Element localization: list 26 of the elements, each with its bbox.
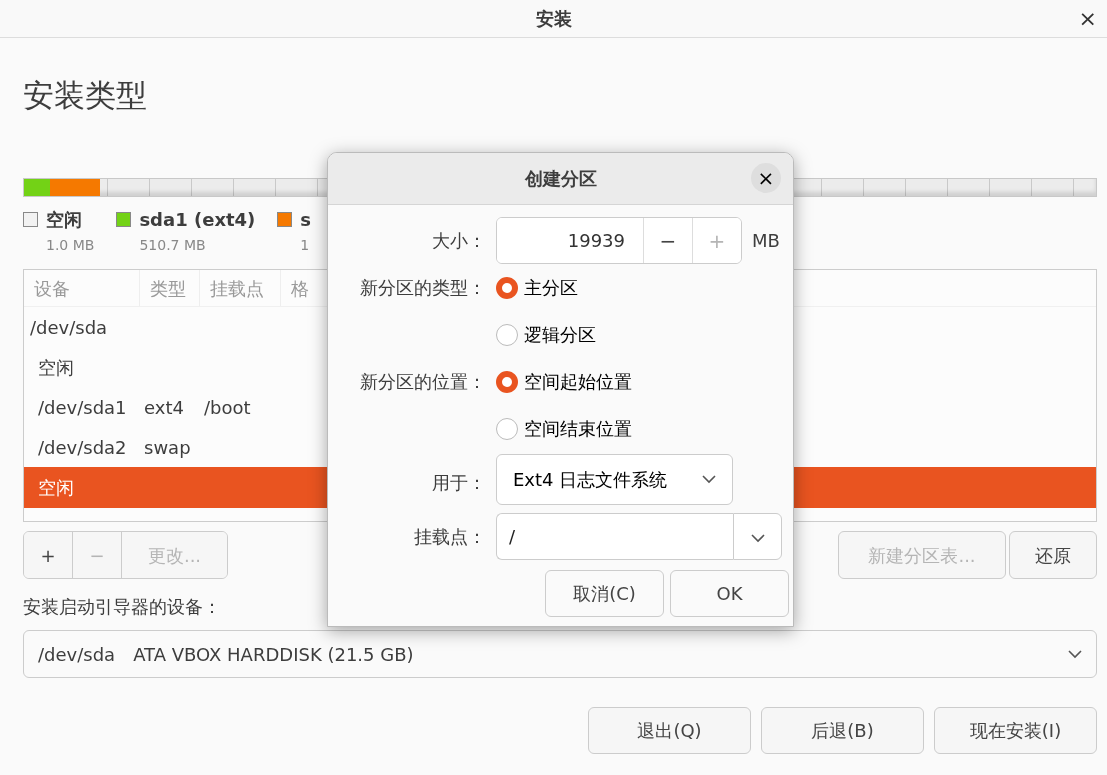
legend-size: 1 (300, 236, 311, 255)
table-cell: /boot (204, 396, 251, 418)
table-cell: /dev/sda1 (38, 396, 127, 418)
table-cell: swap (144, 436, 191, 458)
device-path: /dev/sda (38, 642, 116, 667)
field-label: 用于： (431, 471, 486, 495)
field-label: 大小： (431, 229, 486, 253)
table-cell: /dev/sda (30, 316, 108, 338)
unit-label: MB (752, 229, 780, 253)
boot-device-label: 安装启动引导器的设备： (23, 595, 221, 619)
legend-label: s (300, 209, 312, 231)
table-cell: 空闲 (38, 477, 74, 498)
table-cell: 空闲 (38, 356, 74, 378)
legend-label: 空闲 (46, 209, 83, 231)
legend-size: 1.0 MB (46, 236, 95, 255)
table-cell: /dev/sda2 (38, 436, 127, 458)
table-cell: ext4 (144, 396, 184, 418)
legend-size: 510.7 MB (139, 236, 207, 255)
device-description: ATA VBOX HARDDISK (21.5 GB) (133, 642, 415, 667)
field-label: 新分区的类型： (359, 276, 486, 300)
window-title: 安装 (535, 7, 572, 31)
page-heading: 安装类型 (23, 76, 148, 115)
legend-label: sda1 (ext4) (139, 209, 256, 231)
field-label: 挂载点： (413, 525, 486, 549)
field-label: 新分区的位置： (359, 370, 486, 394)
dialog-title: 创建分区 (524, 167, 597, 191)
